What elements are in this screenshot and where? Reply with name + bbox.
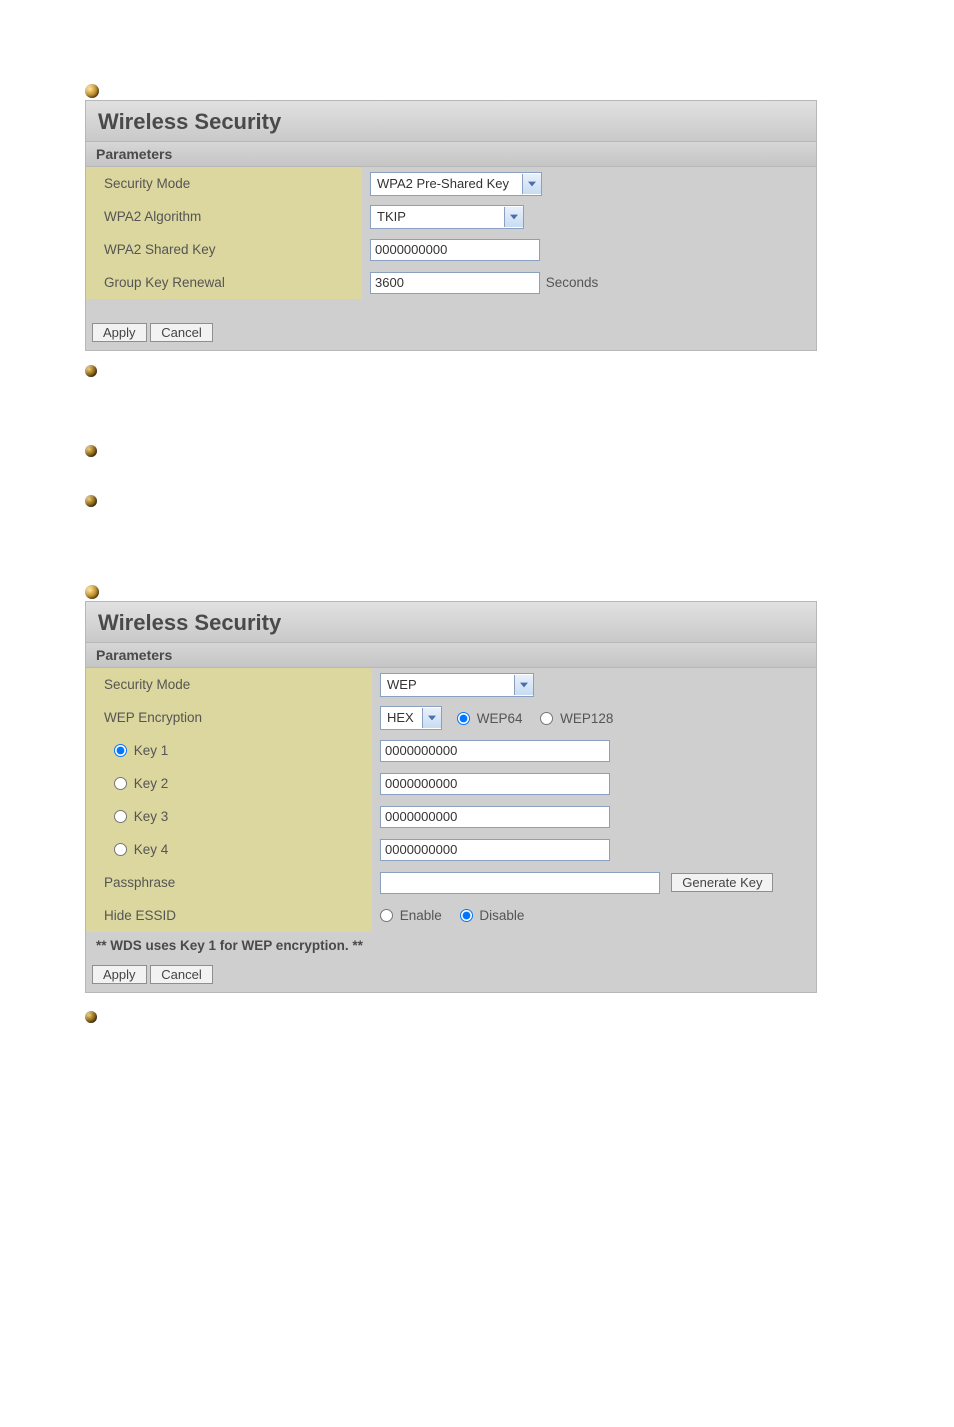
wpa2-shared-key-label: WPA2 Shared Key: [86, 233, 362, 266]
group-key-renewal-input[interactable]: [370, 272, 540, 294]
wep64-radio[interactable]: WEP64: [457, 710, 540, 725]
chevron-down-icon: [514, 675, 533, 695]
button-bar: Apply Cancel: [86, 317, 816, 350]
row-key2: Key 2: [86, 767, 816, 800]
cancel-button[interactable]: Cancel: [150, 323, 212, 342]
wireless-security-panel-wpa2: Wireless Security Parameters Security Mo…: [85, 100, 817, 351]
key1-input[interactable]: [380, 740, 610, 762]
parameters-header: Parameters: [86, 642, 816, 668]
button-bar: Apply Cancel: [86, 959, 816, 992]
row-wpa2-algorithm: WPA2 Algorithm TKIP: [86, 200, 816, 233]
group-key-renewal-label: Group Key Renewal: [86, 266, 362, 299]
generate-key-button[interactable]: Generate Key: [671, 873, 773, 892]
wpa2-algorithm-select[interactable]: TKIP: [370, 205, 524, 229]
row-key3: Key 3: [86, 800, 816, 833]
bullet-icon: [85, 84, 99, 98]
wep-encryption-label: WEP Encryption: [86, 701, 372, 734]
bullet-icon: [85, 585, 99, 599]
panel-title: Wireless Security: [86, 101, 816, 141]
cancel-button[interactable]: Cancel: [150, 965, 212, 984]
wpa2-algorithm-label: WPA2 Algorithm: [86, 200, 362, 233]
parameters-table: Security Mode WPA2 Pre-Shared Key WPA2 A…: [86, 167, 816, 299]
security-mode-label: Security Mode: [86, 167, 362, 200]
key2-radio[interactable]: Key 2: [114, 776, 182, 791]
row-key4: Key 4: [86, 833, 816, 866]
wds-note: ** WDS uses Key 1 for WEP encryption. **: [86, 932, 816, 959]
key3-input[interactable]: [380, 806, 610, 828]
row-wep-encryption: WEP Encryption HEX WEP64: [86, 701, 816, 734]
row-passphrase: Passphrase Generate Key: [86, 866, 816, 899]
chevron-down-icon: [522, 174, 541, 194]
chevron-down-icon: [422, 708, 441, 728]
row-security-mode: Security Mode WPA2 Pre-Shared Key: [86, 167, 816, 200]
bullet-icon: [85, 445, 97, 457]
key2-input[interactable]: [380, 773, 610, 795]
bullet-icon: [85, 1011, 97, 1023]
row-hide-essid: Hide ESSID Enable Disable: [86, 899, 816, 932]
wireless-security-panel-wep: Wireless Security Parameters Security Mo…: [85, 601, 817, 993]
row-group-key-renewal: Group Key Renewal Seconds: [86, 266, 816, 299]
key4-radio[interactable]: Key 4: [114, 842, 182, 857]
passphrase-input[interactable]: [380, 872, 660, 894]
apply-button[interactable]: Apply: [92, 965, 147, 984]
bullet-icon: [85, 365, 97, 377]
row-key1: Key 1: [86, 734, 816, 767]
hide-essid-enable-radio[interactable]: Enable: [380, 908, 460, 923]
hide-essid-label: Hide ESSID: [86, 899, 372, 932]
key4-input[interactable]: [380, 839, 610, 861]
parameters-table: Security Mode WEP WEP Encryption HEX: [86, 668, 816, 932]
bullet-icon: [85, 495, 97, 507]
key3-radio[interactable]: Key 3: [114, 809, 182, 824]
hide-essid-disable-radio[interactable]: Disable: [460, 908, 539, 923]
parameters-header: Parameters: [86, 141, 816, 167]
security-mode-label: Security Mode: [86, 668, 372, 701]
group-key-renewal-suffix: Seconds: [546, 275, 599, 290]
key1-radio[interactable]: Key 1: [114, 743, 182, 758]
passphrase-label: Passphrase: [86, 866, 372, 899]
row-security-mode: Security Mode WEP: [86, 668, 816, 701]
row-wpa2-shared-key: WPA2 Shared Key: [86, 233, 816, 266]
apply-button[interactable]: Apply: [92, 323, 147, 342]
security-mode-select[interactable]: WPA2 Pre-Shared Key: [370, 172, 542, 196]
panel-title: Wireless Security: [86, 602, 816, 642]
wep128-radio[interactable]: WEP128: [540, 710, 627, 725]
chevron-down-icon: [504, 207, 523, 227]
wep-format-select[interactable]: HEX: [380, 706, 442, 730]
wpa2-shared-key-input[interactable]: [370, 239, 540, 261]
security-mode-select[interactable]: WEP: [380, 673, 534, 697]
